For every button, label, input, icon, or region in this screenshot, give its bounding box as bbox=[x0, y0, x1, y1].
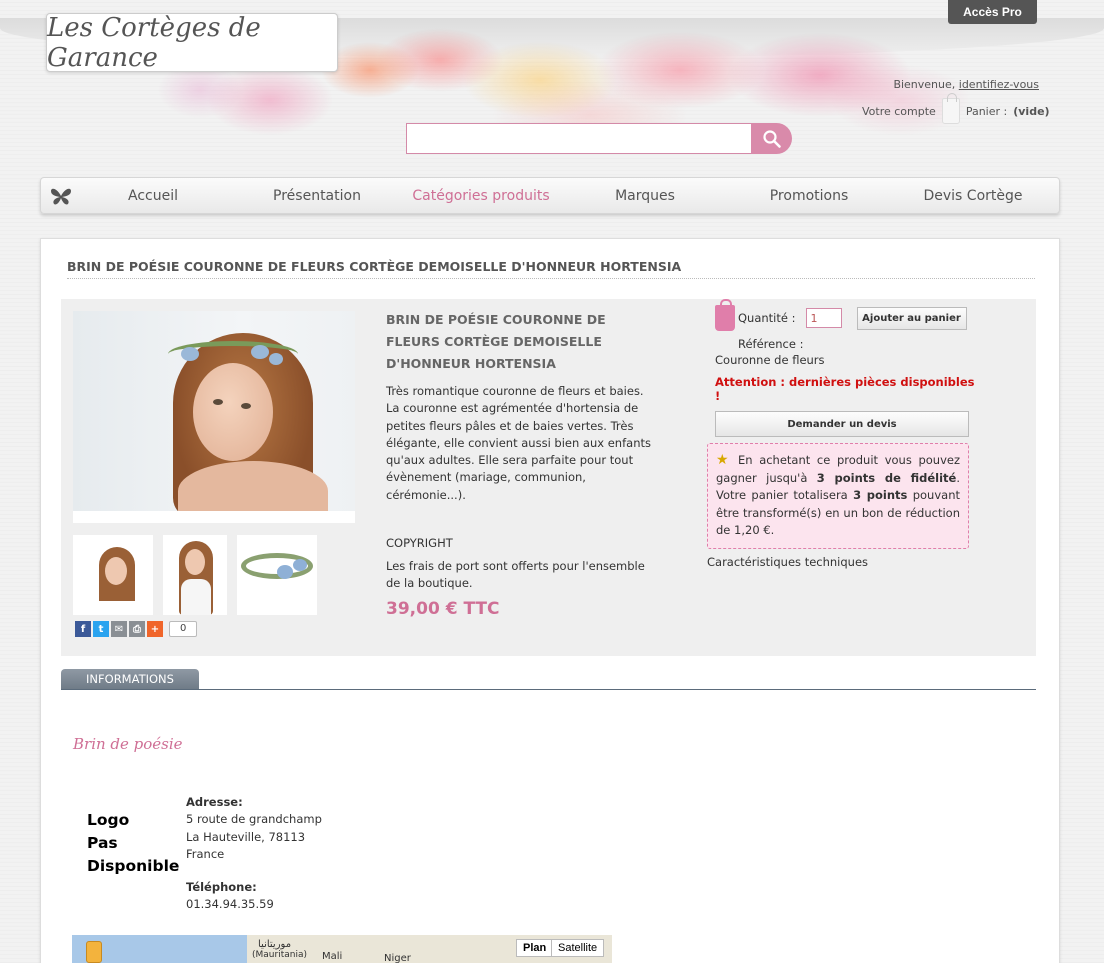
quantity-input[interactable] bbox=[805, 308, 842, 328]
address-line-3: France bbox=[186, 846, 225, 861]
page-title: BRIN DE POÉSIE COURONNE DE FLEURS CORTÈG… bbox=[67, 259, 1035, 279]
map-label-niger: Niger bbox=[384, 953, 411, 963]
tab-informations[interactable]: INFORMATIONS bbox=[61, 669, 199, 690]
address-line-2: La Hauteville, 78113 bbox=[186, 829, 306, 844]
logo-na-line-1: Logo bbox=[87, 811, 130, 829]
shipping-note: Les frais de port sont offerts pour l'en… bbox=[386, 559, 645, 591]
thumbnail-3[interactable] bbox=[237, 535, 317, 615]
add-share-icon[interactable]: + bbox=[147, 621, 163, 637]
address-line-1: 5 route de grandchamp bbox=[186, 812, 322, 827]
brand-address: Adresse: 5 route de grandchamp La Hautev… bbox=[186, 794, 322, 914]
search-button[interactable] bbox=[751, 123, 792, 154]
product-price: 39,00 € TTC bbox=[386, 598, 500, 619]
loyalty-box: ★ En achetant ce produit vous pouvez gagn… bbox=[707, 443, 969, 549]
shopping-bag-icon bbox=[715, 299, 735, 331]
acces-pro-button[interactable]: Accès Pro bbox=[948, 0, 1037, 24]
search-input[interactable] bbox=[406, 123, 752, 154]
login-link[interactable]: identifiez-vous bbox=[959, 78, 1039, 91]
nav-devis-cortege[interactable]: Devis Cortège bbox=[898, 178, 1048, 215]
site-logo[interactable]: Les Cortèges de Garance bbox=[46, 12, 338, 73]
request-quote-button[interactable]: Demander un devis bbox=[715, 411, 969, 437]
main-content: BRIN DE POÉSIE COURONNE DE FLEURS CORTÈG… bbox=[40, 238, 1060, 963]
quantity-label: Quantité : bbox=[738, 311, 796, 325]
nav-promotions[interactable]: Promotions bbox=[734, 178, 884, 215]
pegman-icon[interactable] bbox=[86, 941, 102, 963]
address-label: Adresse: bbox=[186, 795, 243, 809]
star-icon: ★ bbox=[716, 452, 729, 468]
quantity-row: Quantité : Ajouter au panier bbox=[715, 299, 979, 331]
phone-number: 01.34.94.35.59 bbox=[186, 897, 274, 912]
search-icon bbox=[762, 129, 781, 148]
loyalty-points-1: 3 points de fidélité bbox=[816, 470, 957, 485]
tech-specs-link[interactable]: Caractéristiques techniques bbox=[707, 555, 979, 569]
brand-name: Brin de poésie bbox=[73, 735, 183, 753]
account-row: Votre compte Panier : (vide) bbox=[862, 93, 1050, 124]
product-description: Très romantique couronne de fleurs et ba… bbox=[386, 384, 651, 502]
stock-warning: Attention : dernières pièces disponibles… bbox=[715, 375, 975, 403]
phone-label: Téléphone: bbox=[186, 880, 257, 895]
logo-na-line-2: Pas bbox=[87, 834, 118, 852]
welcome-text: Bienvenue, bbox=[893, 78, 956, 91]
map-plan-button[interactable]: Plan bbox=[516, 939, 554, 957]
map-label-mauritania: (Mauritania) bbox=[252, 950, 307, 960]
cart-status: (vide) bbox=[1013, 104, 1050, 118]
cart-link[interactable]: Panier : bbox=[966, 105, 1007, 118]
share-count: 0 bbox=[169, 621, 198, 637]
map-label-mauritania-ar: موريتانيا bbox=[258, 939, 292, 950]
twitter-icon[interactable]: t bbox=[93, 621, 109, 637]
main-nav: Accueil Présentation Catégories produits… bbox=[40, 177, 1060, 214]
copyright-text: COPYRIGHT bbox=[386, 536, 453, 551]
butterfly-icon[interactable] bbox=[49, 186, 73, 206]
thumbnail-2[interactable] bbox=[163, 535, 227, 615]
reference-label: Référence : bbox=[738, 337, 804, 351]
product-description-column: BRIN DE POÉSIE COURONNE DE FLEURS CORTÈG… bbox=[386, 309, 656, 619]
account-link[interactable]: Votre compte bbox=[862, 105, 936, 118]
header: Les Cortèges de Garance Accès Pro Bienve… bbox=[0, 0, 1104, 175]
facebook-icon[interactable]: f bbox=[75, 621, 91, 637]
map-widget[interactable]: موريتانيا (Mauritania) Mali Niger Plan S… bbox=[72, 935, 612, 963]
nav-presentation[interactable]: Présentation bbox=[242, 178, 392, 215]
product-main-image[interactable] bbox=[73, 311, 355, 523]
product-photo bbox=[73, 311, 355, 511]
map-label-mali: Mali bbox=[322, 951, 343, 962]
shopping-bag-icon[interactable] bbox=[941, 93, 960, 124]
add-to-cart-button[interactable]: Ajouter au panier bbox=[856, 306, 967, 330]
nav-accueil[interactable]: Accueil bbox=[78, 178, 228, 215]
nav-marques[interactable]: Marques bbox=[570, 178, 720, 215]
thumbnail-1[interactable] bbox=[73, 535, 153, 615]
brand-logo-placeholder: Logo Pas Disponible bbox=[87, 809, 179, 878]
buy-column: Quantité : Ajouter au panier Référence :… bbox=[707, 299, 979, 569]
share-toolbar: f t ✉ ⎙ + 0 bbox=[75, 621, 198, 637]
logo-na-line-3: Disponible bbox=[87, 857, 180, 875]
tab-divider bbox=[61, 689, 1036, 690]
product-title: BRIN DE POÉSIE COURONNE DE FLEURS CORTÈG… bbox=[386, 312, 606, 371]
product-block: f t ✉ ⎙ + 0 BRIN DE POÉSIE COURONNE DE F… bbox=[61, 299, 1036, 656]
product-thumbnails bbox=[73, 535, 317, 615]
map-satellite-button[interactable]: Satellite bbox=[551, 939, 605, 957]
nav-categories-produits[interactable]: Catégories produits bbox=[406, 178, 556, 215]
email-icon[interactable]: ✉ bbox=[111, 621, 127, 637]
welcome-line: Bienvenue, identifiez-vous bbox=[893, 78, 1039, 91]
print-icon[interactable]: ⎙ bbox=[129, 621, 145, 637]
logo-text: Les Cortèges de Garance bbox=[47, 12, 261, 73]
loyalty-points-2: 3 points bbox=[853, 488, 908, 502]
reference-value: Couronne de fleurs bbox=[715, 353, 825, 367]
